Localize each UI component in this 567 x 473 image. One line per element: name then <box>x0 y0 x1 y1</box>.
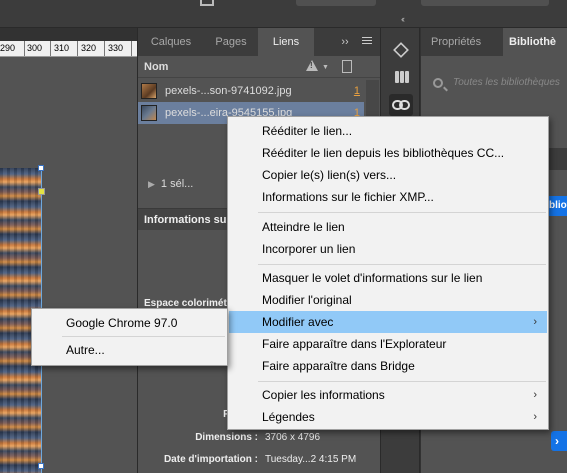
warning-icon[interactable] <box>306 60 318 71</box>
menu-separator <box>258 212 546 213</box>
menu-item-atteindre-lien[interactable]: Atteindre le lien <box>229 216 547 238</box>
context-menu: Rééditer le lien... Rééditer le lien dep… <box>227 116 549 430</box>
link-info-title: Informations sur <box>144 214 231 226</box>
column-name-header[interactable]: Nom <box>144 61 168 73</box>
toolbar-dropdown[interactable] <box>296 0 376 6</box>
menu-separator <box>258 381 546 382</box>
layers-icon <box>393 42 409 58</box>
search-icon <box>433 78 443 88</box>
links-column-header: Nom ▼ <box>138 56 381 78</box>
menu-item-legendes[interactable]: Légendes › <box>229 406 547 428</box>
menu-separator <box>62 336 225 337</box>
ruler-tick-label: 310 <box>54 43 70 53</box>
tab-pages[interactable]: Pages <box>204 28 258 56</box>
info-value: 3706 x 4796 <box>265 432 321 443</box>
panel-menu-icon[interactable] <box>362 37 372 47</box>
menu-item-infos-xmp[interactable]: Informations sur le fichier XMP... <box>229 186 547 208</box>
tab-calques[interactable]: Calques <box>138 28 204 56</box>
submenu-item-autre[interactable]: Autre... <box>33 339 226 361</box>
info-label: Dimensions : <box>195 432 258 443</box>
horizontal-ruler: 290 300 310 320 330 <box>0 41 137 57</box>
submenu-item-google-chrome[interactable]: Google Chrome 97.0 <box>33 312 226 334</box>
library-search-placeholder: Toutes les bibliothèques <box>453 77 560 88</box>
frame-icon[interactable] <box>200 0 214 6</box>
document-canvas[interactable] <box>0 57 137 473</box>
panel-tab-bar: Calques Pages Liens ›› <box>138 28 381 56</box>
menu-item-masquer-volet[interactable]: Masquer le volet d'informations sur le l… <box>229 267 547 289</box>
page-icon[interactable] <box>342 60 352 73</box>
top-toolbar: ‹‹ <box>0 0 567 28</box>
menu-item-copier-liens[interactable]: Copier le(s) lien(s) vers... <box>229 164 547 186</box>
menu-item-modifier-original[interactable]: Modifier l'original <box>229 289 547 311</box>
selection-count[interactable]: ▶ 1 sél... <box>148 178 193 190</box>
menu-item-explorateur[interactable]: Faire apparaître dans l'Explorateur <box>229 333 547 355</box>
menu-item-copier-informations[interactable]: Copier les informations › <box>229 384 547 406</box>
links-panel-button[interactable] <box>389 94 413 116</box>
selection-handle[interactable] <box>38 463 44 469</box>
disclosure-triangle-icon[interactable]: ▶ <box>148 179 155 189</box>
cc-libraries-button[interactable] <box>389 66 413 88</box>
menu-item-reediter-lien[interactable]: Rééditer le lien... <box>229 120 547 142</box>
ruler-tick-label: 300 <box>27 43 43 53</box>
link-chain-icon <box>392 100 410 110</box>
menu-item-reediter-cc[interactable]: Rééditer le lien depuis les bibliothèque… <box>229 142 547 164</box>
menu-item-bridge[interactable]: Faire apparaître dans Bridge <box>229 355 547 377</box>
link-page-number[interactable]: 1 <box>354 85 360 97</box>
sort-caret-icon[interactable]: ▼ <box>322 64 329 71</box>
submenu-arrow-icon: › <box>533 389 537 401</box>
layers-panel-button[interactable] <box>389 40 413 62</box>
submenu-arrow-icon: › <box>533 316 537 328</box>
info-label: Date d'importation : <box>163 454 258 465</box>
properties-tab-bar: Propriétés Bibliothè <box>421 28 567 56</box>
tab-proprietes[interactable]: Propriétés <box>431 28 481 56</box>
ruler-tick-label: 290 <box>0 43 16 53</box>
workspace-dropdown[interactable] <box>421 0 549 6</box>
collapse-panels-icon[interactable]: ‹‹ <box>401 14 405 24</box>
more-tabs-button[interactable]: ›› <box>334 28 356 56</box>
modifier-avec-submenu: Google Chrome 97.0 Autre... <box>31 308 228 366</box>
content-grabber-handle[interactable] <box>38 188 45 195</box>
link-thumbnail <box>141 83 157 99</box>
info-value: Tuesday...2 4:15 PM <box>265 454 357 465</box>
ruler-tick-label: 330 <box>108 43 124 53</box>
link-row[interactable]: pexels-...son-9741092.jpg 1 <box>138 80 364 102</box>
menu-item-incorporer-lien[interactable]: Incorporer un lien <box>229 238 547 260</box>
ruler-tick-label: 320 <box>81 43 97 53</box>
menu-item-modifier-avec[interactable]: Modifier avec › <box>229 311 547 333</box>
menu-item-label: Modifier avec <box>262 315 334 329</box>
selection-handle[interactable] <box>38 165 44 171</box>
libraries-expand-button[interactable]: › <box>551 431 567 451</box>
menu-item-label: Copier les informations <box>262 388 385 402</box>
library-search[interactable]: Toutes les bibliothèques <box>433 76 567 94</box>
tab-bibliotheques[interactable]: Bibliothè <box>503 28 567 56</box>
tab-liens[interactable]: Liens <box>258 28 314 56</box>
link-thumbnail <box>141 105 157 121</box>
menu-separator <box>258 264 546 265</box>
menu-item-label: Légendes <box>262 410 315 424</box>
cc-libraries-icon <box>394 69 409 84</box>
link-name: pexels-...son-9741092.jpg <box>165 85 292 97</box>
submenu-arrow-icon: › <box>533 411 537 423</box>
